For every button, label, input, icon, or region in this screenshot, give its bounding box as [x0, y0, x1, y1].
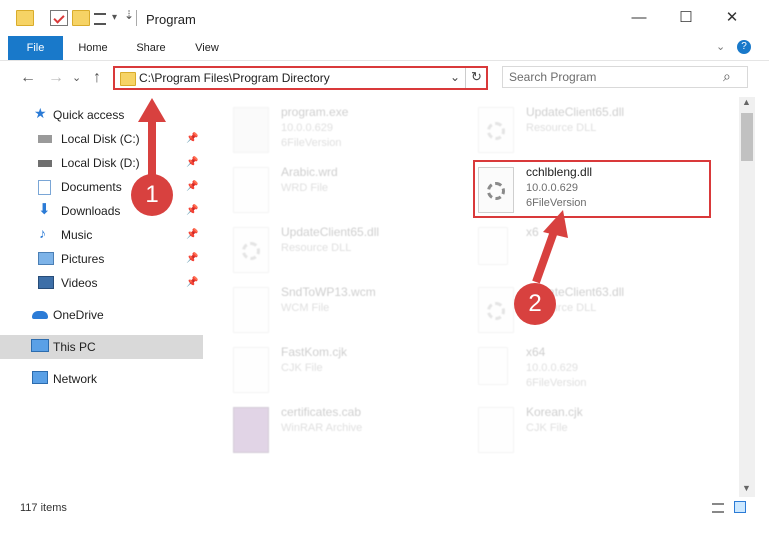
step-callout-1: 1: [131, 174, 173, 216]
step-callout-2: 2: [514, 283, 556, 325]
arrow-to-address-bar: [138, 98, 166, 175]
arrow-to-file: [532, 210, 568, 284]
annotation-overlay: [138, 98, 568, 284]
